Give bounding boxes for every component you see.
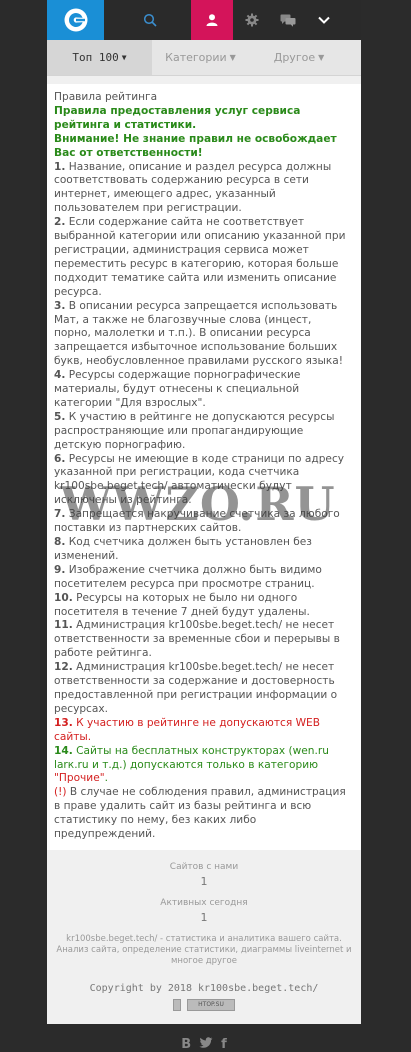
- rules-list: 1. Название, описание и раздел ресурса д…: [54, 161, 351, 717]
- counter-badges: HTOP.SU: [47, 998, 361, 1011]
- search-button[interactable]: [129, 0, 170, 40]
- rule-number: 3.: [54, 299, 66, 312]
- rule-item: 13. К участию в рейтинге не допускаются …: [54, 717, 351, 745]
- rule-item: 8. Код счетчика должен быть установлен б…: [54, 536, 351, 564]
- chevron-down-icon: [318, 16, 330, 24]
- page-title: Правила рейтинга: [54, 91, 158, 103]
- rule-number: 10.: [54, 591, 73, 604]
- rule-text: Сайты на бесплатных конструкторах (wen.r…: [54, 744, 329, 771]
- rule-number: 14.: [54, 744, 73, 757]
- rule-item: 4. Ресурсы содержащие порнографические м…: [54, 369, 351, 411]
- rule-number: 7.: [54, 508, 66, 521]
- counter-badge[interactable]: [173, 998, 181, 1011]
- rule-text: Ресурсы содержащие порнографические мате…: [54, 369, 301, 409]
- rule-item: 1. Название, описание и раздел ресурса д…: [54, 161, 351, 217]
- rule-item: 11. Администрация kr100sbe.beget.tech/ н…: [54, 619, 351, 661]
- search-icon: [143, 13, 157, 27]
- active-today-label: Активных сегодня: [160, 897, 248, 908]
- rule-item: 10. Ресурсы на которых не было ни одного…: [54, 592, 351, 620]
- page: Топ 100 ▼ Категории ▼ Другое ▼ Правила р…: [47, 0, 361, 1052]
- logo-icon: [64, 8, 87, 32]
- rule-number: 8.: [54, 536, 66, 548]
- rules-heading: Правила предоставления услуг сервиса рей…: [54, 104, 301, 131]
- sub-navigation: Топ 100 ▼ Категории ▼ Другое ▼: [47, 40, 361, 76]
- user-button[interactable]: [191, 0, 233, 40]
- settings-button[interactable]: [233, 0, 270, 40]
- rules-warning: Внимание! Не знание правил не освобождае…: [54, 132, 337, 159]
- rule-text: Ресурсы на которых не было ни одного пос…: [54, 591, 310, 618]
- facebook-link[interactable]: f: [221, 1037, 227, 1052]
- rule-number: 4.: [54, 369, 66, 382]
- rule-number: (!): [54, 786, 67, 799]
- rule-number: 13.: [54, 716, 73, 729]
- rule-text-end: .: [104, 772, 108, 785]
- dropdown-button[interactable]: [306, 0, 342, 40]
- social-links: B f: [47, 1037, 361, 1052]
- rule-text: Ресурсы не имеющие в коде страници по ад…: [54, 452, 345, 507]
- tab-other[interactable]: Другое ▼: [249, 40, 349, 75]
- rule-item: 14. Сайты на бесплатных конструкторах (w…: [54, 745, 351, 787]
- rule-number: 9.: [54, 563, 66, 576]
- logo[interactable]: [47, 0, 104, 40]
- user-icon: [206, 14, 218, 26]
- tab-label: Другое: [273, 51, 316, 64]
- gear-icon: [245, 13, 258, 27]
- htop-badge[interactable]: HTOP.SU: [187, 998, 235, 1011]
- rule-item: 12. Администрация kr100sbe.beget.tech/ н…: [54, 661, 351, 717]
- chevron-down-icon: ▼: [121, 53, 127, 62]
- tab-categories[interactable]: Категории ▼: [152, 40, 249, 75]
- rule-number: 1.: [54, 160, 66, 173]
- top-navbar: [47, 0, 361, 40]
- twitter-icon[interactable]: [199, 1037, 213, 1049]
- tab-label: Топ 100: [72, 51, 119, 64]
- copyright: Copyright by 2018 kr100sbe.beget.tech/: [89, 982, 319, 994]
- rule-text: К участию в рейтинге не допускаются WEB …: [54, 716, 321, 743]
- rule-highlight: "Прочие": [54, 772, 105, 785]
- rule-number: 5.: [54, 410, 66, 423]
- rule-text: Администрация kr100sbe.beget.tech/ не не…: [54, 661, 338, 715]
- rules-content: Правила рейтинга Правила предоставления …: [47, 84, 361, 850]
- sites-count-label: Сайтов с нами: [169, 861, 239, 872]
- vk-link[interactable]: B: [181, 1037, 191, 1052]
- tab-label: Категории: [165, 51, 227, 64]
- rule-text: Изображение счетчика должно быть видимо …: [54, 563, 322, 590]
- rule-number: 11.: [54, 619, 73, 632]
- active-today-value: 1: [200, 910, 208, 924]
- rule-item: 6. Ресурсы не имеющие в коде страници по…: [54, 453, 351, 509]
- rule-text: Если содержание сайта не соответствует в…: [54, 216, 346, 298]
- footer: Сайтов с нами 1 Активных сегодня 1 kr100…: [47, 850, 361, 1052]
- chat-icon: [280, 14, 296, 27]
- rule-text: К участию в рейтинге не допускаются ресу…: [54, 410, 335, 451]
- rule-text: В случае не соблюдения правил, администр…: [54, 786, 346, 841]
- rule-text: Запрещается накручивание счетчика за люб…: [54, 508, 340, 535]
- rule-number: 12.: [54, 661, 73, 674]
- rule-item: 5. К участию в рейтинге не допускаются р…: [54, 411, 351, 453]
- rule-text: В описании ресурса запрещается использов…: [54, 299, 343, 368]
- rule-item: (!) В случае не соблюдения правил, админ…: [54, 786, 351, 842]
- chevron-down-icon: ▼: [318, 53, 325, 62]
- messages-button[interactable]: [270, 0, 306, 40]
- footer-description: kr100sbe.beget.tech/ - статистика и анал…: [56, 933, 352, 966]
- rule-text: Название, описание и раздел ресурса долж…: [54, 160, 332, 215]
- rule-text: Код счетчика должен быть установлен без …: [54, 536, 312, 562]
- rule-number: 6.: [54, 452, 66, 465]
- chevron-down-icon: ▼: [229, 53, 236, 62]
- rule-item: 7. Запрещается накручивание счетчика за …: [54, 508, 351, 536]
- rule-item: 2. Если содержание сайта не соответствуе…: [54, 216, 351, 299]
- rule-item: 3. В описании ресурса запрещается исполь…: [54, 300, 351, 370]
- sites-count-value: 1: [200, 874, 208, 888]
- tab-top100[interactable]: Топ 100 ▼: [47, 40, 152, 75]
- rule-text: Администрация kr100sbe.beget.tech/ не не…: [54, 619, 340, 660]
- rule-item: 9. Изображение счетчика должно быть види…: [54, 564, 351, 592]
- rule-number: 2.: [54, 216, 66, 229]
